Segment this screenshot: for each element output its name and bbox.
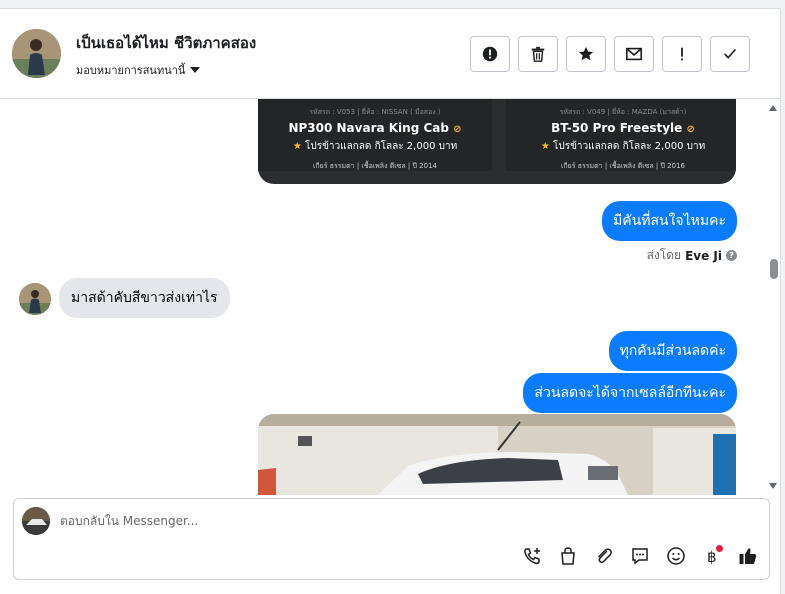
smiley-icon [667, 547, 685, 565]
vehicle-carousel[interactable]: รหัสรถ : V053 | ยี่ห้อ : NISSAN ( มือสอง… [258, 99, 736, 184]
thumbs-up-icon [739, 548, 757, 564]
follow-up-button[interactable] [662, 36, 702, 72]
scroll-down-arrow-icon[interactable] [769, 483, 777, 489]
paperclip-icon [597, 548, 612, 563]
reply-composer: ฿ [13, 498, 770, 580]
card-name: NP300 Navara King Cab [288, 121, 449, 135]
sent-by-prefix: ส่งโดย [646, 248, 682, 262]
notification-dot [716, 545, 723, 552]
exclamation-icon [681, 47, 683, 61]
thread-scrollbar[interactable] [767, 99, 781, 495]
trash-icon [531, 46, 545, 62]
star-icon: ★ [540, 141, 550, 152]
payment-button[interactable]: ฿ [701, 545, 723, 567]
phone-plus-icon [524, 548, 540, 565]
card-meta: รหัสรถ : V053 | ยี่ห้อ : NISSAN ( มือสอง… [309, 108, 441, 116]
composer-tools: ฿ [521, 545, 759, 567]
star-icon: ★ [292, 141, 302, 152]
card-meta: รหัสรถ : V049 | ยี่ห้อ : MAZDA (มาสด้า) [559, 108, 687, 116]
contact-avatar-small [19, 283, 51, 315]
call-button[interactable] [521, 545, 543, 567]
header-actions [470, 36, 750, 72]
help-icon[interactable]: ? [726, 250, 737, 261]
page-avatar [22, 507, 50, 535]
saved-replies-button[interactable] [629, 545, 651, 567]
card-name: BT-50 Pro Freestyle [551, 121, 683, 135]
like-button[interactable] [737, 545, 759, 567]
mail-icon [625, 47, 643, 61]
alert-icon [482, 46, 498, 62]
card-promo: โปรข้าวแลกลด กิโลละ 2,000 บาท [304, 141, 458, 152]
outgoing-message[interactable]: ส่วนลดจะได้จากเซลล์อีกทีนะคะ [523, 373, 737, 413]
vehicle-photo[interactable] [258, 414, 736, 495]
sent-by-label: ส่งโดย Eve Ji ? [647, 246, 737, 265]
caret-down-icon [190, 67, 201, 73]
card-specs: เกียร์ ธรรมดา | เชื้อเพลิง ดีเซล | ปี 20… [561, 162, 685, 170]
contact-avatar[interactable] [12, 29, 61, 78]
svg-text:฿: ฿ [707, 548, 717, 566]
delete-button[interactable] [518, 36, 558, 72]
page-title: เป็นเธอได้ไหม ชีวิตภาคสอง [76, 34, 257, 52]
assign-label: มอบหมายการสนทนานี้ [76, 64, 186, 77]
outgoing-message[interactable]: ทุกคันมีส่วนลดค่ะ [608, 331, 737, 371]
attach-button[interactable] [593, 545, 615, 567]
sent-by-name: Eve Ji [685, 248, 722, 263]
assign-conversation-dropdown[interactable]: มอบหมายการสนทนานี้ [76, 61, 201, 79]
verified-icon: ⊘ [686, 124, 695, 135]
emoji-button[interactable] [665, 545, 687, 567]
conversation-header: เป็นเธอได้ไหม ชีวิตภาคสอง มอบหมายการสนทน… [0, 9, 781, 99]
incoming-message[interactable]: มาสด้าคับสีขาวส่งเท่าไร [59, 278, 230, 318]
star-icon [578, 46, 594, 61]
scroll-up-arrow-icon[interactable] [769, 105, 777, 111]
conversation-panel: เป็นเธอได้ไหม ชีวิตภาคสอง มอบหมายการสนทน… [0, 8, 781, 594]
carousel-card[interactable]: รหัสรถ : V053 | ยี่ห้อ : NISSAN ( มือสอง… [258, 99, 492, 171]
messenger-window: เป็นเธอได้ไหม ชีวิตภาคสอง มอบหมายการสนทน… [0, 0, 785, 594]
verified-icon: ⊘ [453, 124, 462, 135]
carousel-card[interactable]: รหัสรถ : V049 | ยี่ห้อ : MAZDA (มาสด้า) … [506, 99, 736, 171]
reply-input[interactable] [60, 511, 560, 531]
card-specs: เกียร์ ธรรมดา | เชื้อเพลิง ดีเซล | ปี 20… [313, 162, 437, 170]
star-button[interactable] [566, 36, 606, 72]
mark-done-button[interactable] [710, 36, 750, 72]
card-promo: โปรข้าวแลกลด กิโลละ 2,000 บาท [552, 141, 706, 152]
check-icon [724, 48, 737, 59]
scroll-thumb[interactable] [770, 259, 778, 279]
shopping-bag-icon [561, 547, 575, 565]
mark-spam-button[interactable] [470, 36, 510, 72]
chat-bubble-icon [632, 548, 648, 565]
message-thread[interactable]: รหัสรถ : V053 | ยี่ห้อ : NISSAN ( มือสอง… [0, 99, 781, 495]
mark-unread-button[interactable] [614, 36, 654, 72]
shop-button[interactable] [557, 545, 579, 567]
outgoing-message[interactable]: มีคันที่สนใจไหมคะ [602, 201, 737, 241]
